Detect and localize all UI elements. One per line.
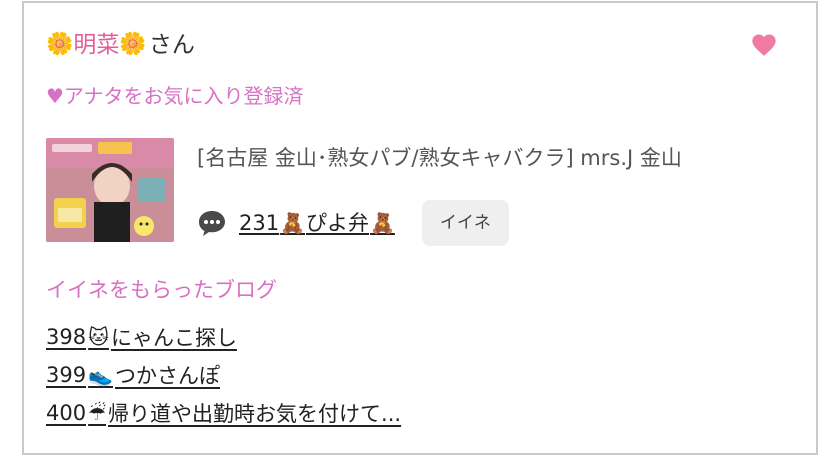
liked-blog-item[interactable]: 399 👟 つかさんぽ (46, 356, 401, 394)
favorite-status: ♥アナタをお気に入り登録済 (46, 84, 304, 108)
blog-number: 398 (46, 325, 87, 349)
iine-button[interactable]: イイネ (421, 200, 509, 246)
blog-thumbnail[interactable] (46, 138, 174, 242)
bear-icon: 🧸 (280, 211, 305, 235)
user-name-row: 🌼 明菜 🌼 さん (46, 31, 195, 59)
user-card: 🌼 明菜 🌼 さん ♥アナタをお気に入り登録済 [名古屋 金山･熟女パブ/熟女キ… (22, 1, 818, 455)
flower-icon: 🌼 (119, 32, 147, 57)
liked-blog-item[interactable]: 398 🐱 にゃんこ探し (46, 318, 401, 356)
liked-blogs-heading: イイネをもらったブログ (46, 278, 277, 302)
flower-icon: 🌼 (46, 32, 74, 57)
sneaker-icon: 👟 (88, 363, 113, 387)
blog-number: 400 (46, 401, 87, 425)
blog-title: にゃんこ探し (110, 326, 237, 350)
blog-stats-row: 231 🧸 ぴよ弁 🧸 イイネ (197, 200, 509, 246)
user-name[interactable]: 明菜 (73, 31, 119, 59)
liked-blog-item[interactable]: 400 ☔ 帰り道や出勤時お気を付けて... (46, 394, 401, 432)
cat-icon: 🐱 (88, 325, 109, 349)
shop-name[interactable]: [名古屋 金山･熟女パブ/熟女キャバクラ] mrs.J 金山 (197, 144, 682, 172)
comment-count: 231 (239, 211, 280, 235)
speech-bubble-icon (199, 211, 225, 236)
blog-title: 帰り道や出勤時お気を付けて... (108, 402, 402, 426)
latest-blog-link[interactable]: 231 🧸 ぴよ弁 🧸 (239, 208, 396, 238)
blog-title: ぴよ弁 (306, 211, 369, 235)
honorific-suffix: さん (148, 32, 195, 58)
umbrella-rain-icon: ☔ (88, 401, 107, 425)
bear-icon: 🧸 (370, 211, 395, 235)
blog-number: 399 (46, 363, 87, 387)
blog-title: つかさんぽ (115, 364, 220, 388)
liked-blog-list: 398 🐱 にゃんこ探し 399 👟 つかさんぽ 400 ☔ 帰り道や出勤時お気… (46, 318, 401, 432)
thumbnail-image (46, 138, 174, 242)
heart-icon[interactable] (750, 31, 778, 59)
